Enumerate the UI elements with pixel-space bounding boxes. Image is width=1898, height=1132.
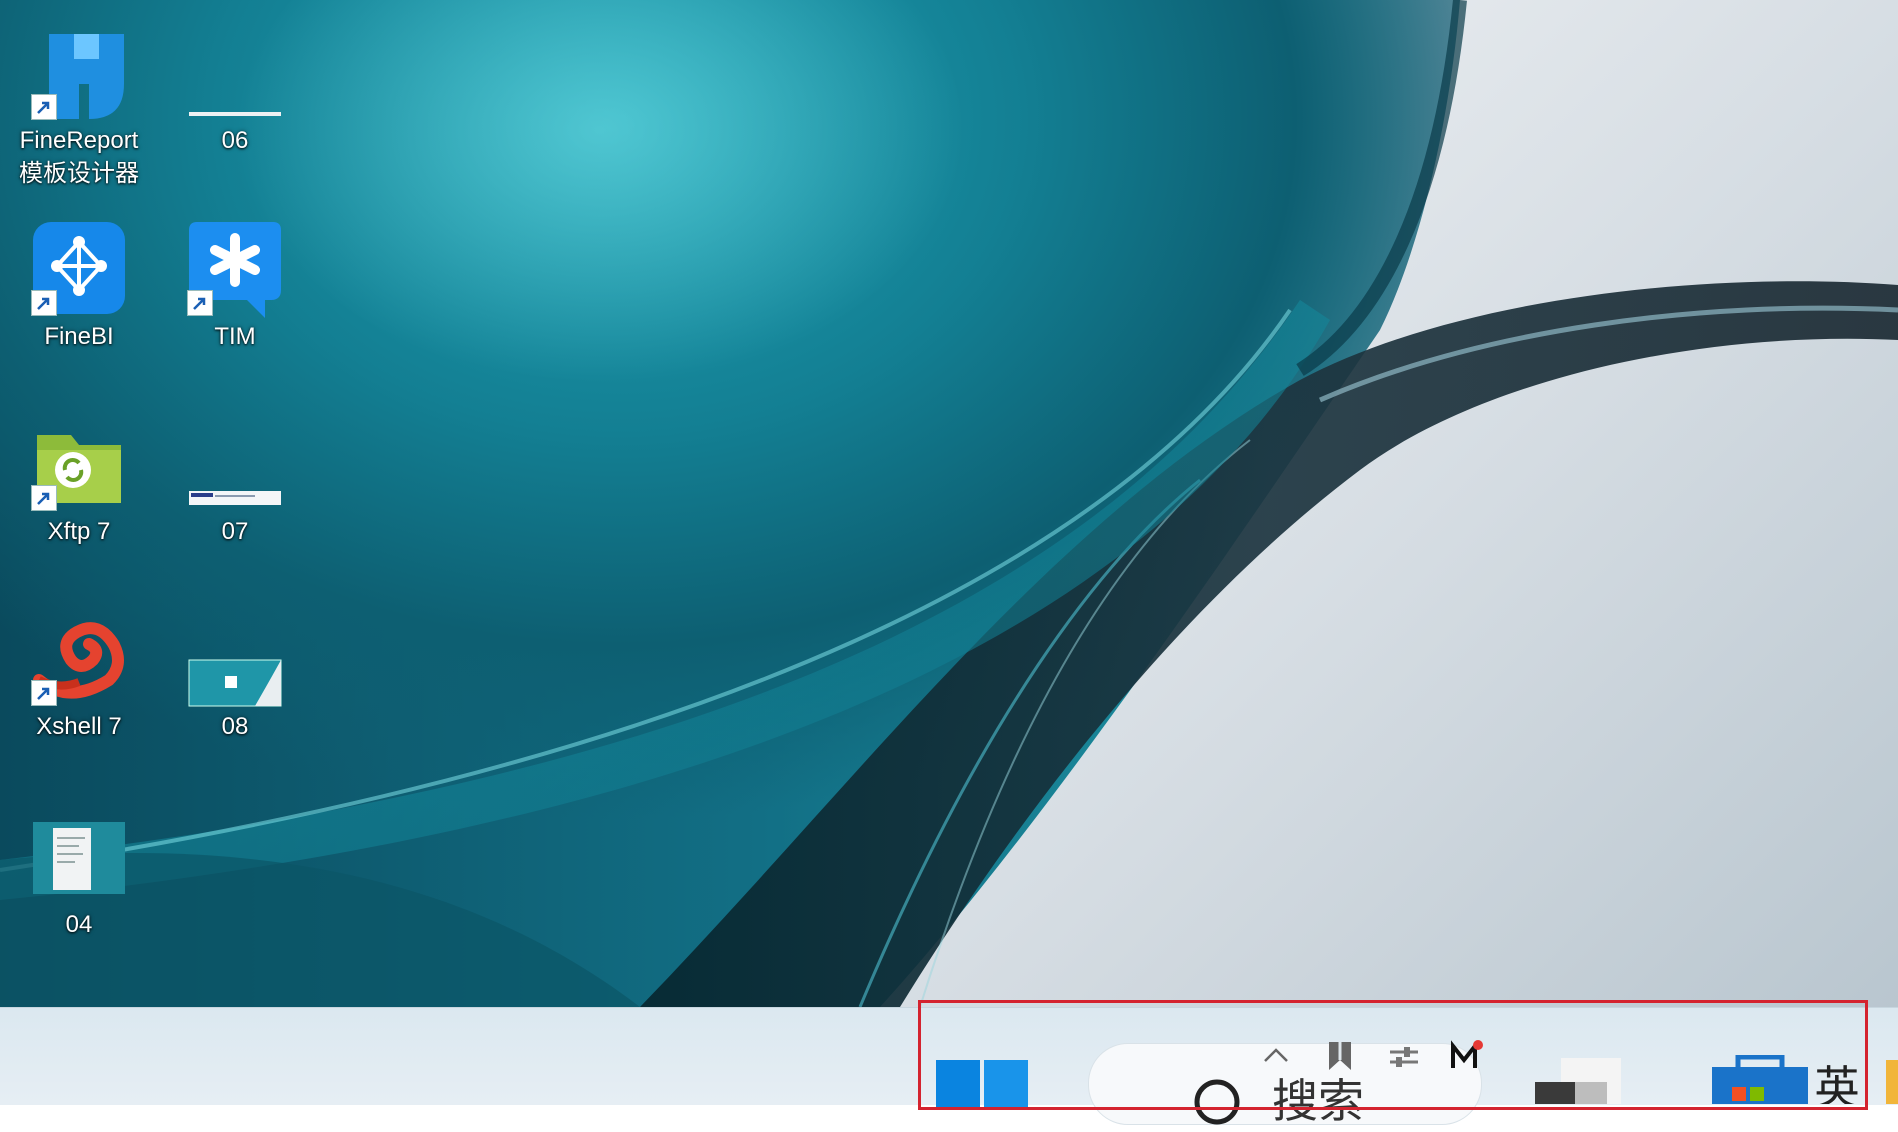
tim-icon [185,220,285,320]
desktop-icon-label: Xshell 7 [36,713,122,740]
shortcut-arrow-icon [31,680,57,706]
image-thumbnail-icon [185,415,285,515]
desktop-icon-label: 08 [221,713,249,740]
desktop-icon-04[interactable]: 04 [4,808,154,941]
desktop-icon-label: 04 [65,911,93,938]
highlight-box [918,1000,1868,1110]
desktop-icon-label: TIM [214,323,256,350]
desktop-icon-label: FineReport 模板设计器 [19,127,139,187]
desktop-icon-06[interactable]: 06 [160,24,310,157]
shortcut-arrow-icon [31,485,57,511]
desktop-icon-08[interactable]: 08 [160,610,310,743]
shortcut-arrow-icon [31,290,57,316]
desktop-icon-tim[interactable]: TIM [160,220,310,353]
xshell-icon [29,610,129,710]
desktop-icon-finereport[interactable]: FineReport 模板设计器 [4,24,154,190]
image-thumbnail-icon [185,24,285,124]
desktop-icon-xftp[interactable]: Xftp 7 [4,415,154,548]
finebi-icon [29,220,129,320]
desktop-icon-label: 06 [221,127,249,154]
desktop-icon-label: Xftp 7 [47,518,111,545]
image-thumbnail-icon [29,808,129,908]
desktop-icon-xshell[interactable]: Xshell 7 [4,610,154,743]
desktop-icon-finebi[interactable]: FineBI [4,220,154,353]
finereport-icon [29,24,129,124]
shortcut-arrow-icon [187,290,213,316]
desktop-wallpaper: FineReport 模板设计器 FineBI Xftp 7 Xshell 7 … [0,0,1898,1007]
shortcut-arrow-icon [31,94,57,120]
xftp-icon [29,415,129,515]
image-thumbnail-icon [185,610,285,710]
folder-icon-edge[interactable] [1886,1060,1898,1104]
desktop-icon-07[interactable]: 07 [160,415,310,548]
desktop-icon-label: FineBI [44,323,114,350]
desktop-icon-label: 07 [221,518,249,545]
